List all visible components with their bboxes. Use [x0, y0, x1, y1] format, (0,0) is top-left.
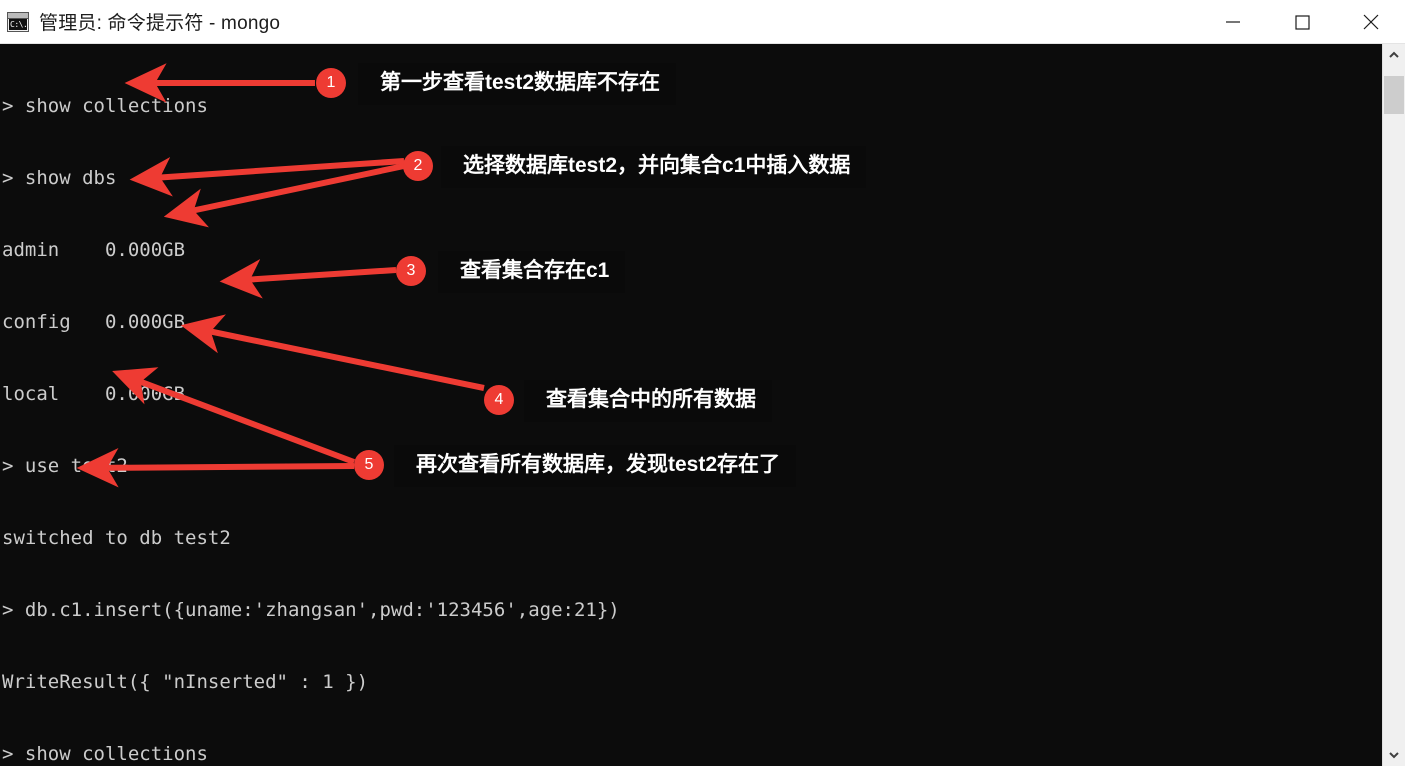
window-title: 管理员: 命令提示符 - mongo [39, 13, 281, 34]
terminal-line: > show collections [2, 95, 208, 117]
cmd-icon-text: C:\. [9, 18, 27, 30]
terminal-line: > use test2 [2, 455, 128, 477]
cmd-window: C:\. 管理员: 命令提示符 - mongo > show collectio… [0, 0, 1405, 766]
vertical-scrollbar[interactable] [1382, 44, 1405, 766]
terminal-line: WriteResult({ "nInserted" : 1 }) [2, 671, 369, 693]
minimize-icon [1225, 21, 1240, 23]
title-bar: C:\. 管理员: 命令提示符 - mongo [0, 0, 1405, 44]
scroll-down-button[interactable] [1383, 744, 1405, 766]
close-icon [1363, 14, 1378, 30]
chevron-down-icon [1389, 752, 1399, 759]
terminal-line: > db.c1.insert({uname:'zhangsan',pwd:'12… [2, 599, 620, 621]
chevron-up-icon [1389, 51, 1399, 58]
terminal-line: config 0.000GB [2, 311, 186, 333]
terminal-line: admin 0.000GB [2, 239, 186, 261]
minimize-button[interactable] [1198, 0, 1267, 44]
terminal-line: > show collections [2, 743, 208, 765]
terminal-text: > show collections > show dbs admin 0.00… [0, 46, 1146, 766]
close-button[interactable] [1336, 0, 1405, 44]
window-controls [1198, 0, 1405, 44]
console-output-area[interactable]: > show collections > show dbs admin 0.00… [0, 44, 1382, 766]
cmd-icon: C:\. [7, 11, 29, 32]
terminal-line: > show dbs [2, 167, 117, 189]
scroll-thumb[interactable] [1384, 76, 1404, 114]
maximize-icon [1294, 15, 1310, 30]
terminal-line: local 0.000GB [2, 383, 186, 405]
scroll-up-button[interactable] [1383, 44, 1405, 66]
terminal-line: switched to db test2 [2, 527, 231, 549]
maximize-button[interactable] [1267, 0, 1336, 44]
